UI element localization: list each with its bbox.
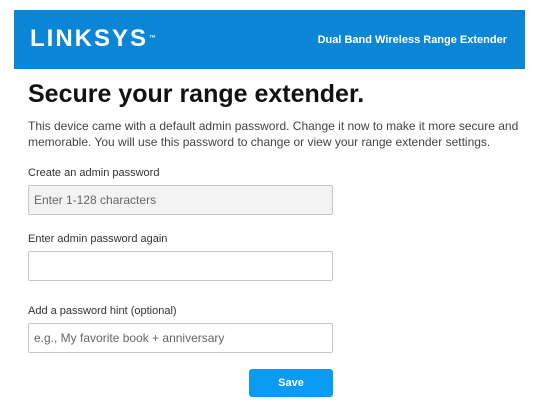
confirm-password-label: Enter admin password again bbox=[28, 233, 168, 245]
linksys-logo: LINKSYS™ bbox=[30, 26, 156, 52]
header-bar: LINKSYS™ Dual Band Wireless Range Extend… bbox=[14, 10, 525, 69]
page: LINKSYS™ Dual Band Wireless Range Extend… bbox=[0, 0, 539, 411]
password-hint-input[interactable] bbox=[28, 323, 333, 353]
admin-password-label: Create an admin password bbox=[28, 167, 160, 179]
page-description: This device came with a default admin pa… bbox=[28, 119, 519, 149]
confirm-password-input[interactable] bbox=[28, 251, 333, 281]
page-title: Secure your range extender. bbox=[28, 80, 365, 108]
product-name: Dual Band Wireless Range Extender bbox=[317, 34, 507, 46]
save-button[interactable]: Save bbox=[249, 369, 333, 397]
admin-password-input[interactable] bbox=[28, 185, 333, 215]
trademark-mark: ™ bbox=[149, 35, 157, 42]
logo-text: LINKSYS bbox=[30, 25, 149, 52]
password-hint-label: Add a password hint (optional) bbox=[28, 305, 177, 317]
